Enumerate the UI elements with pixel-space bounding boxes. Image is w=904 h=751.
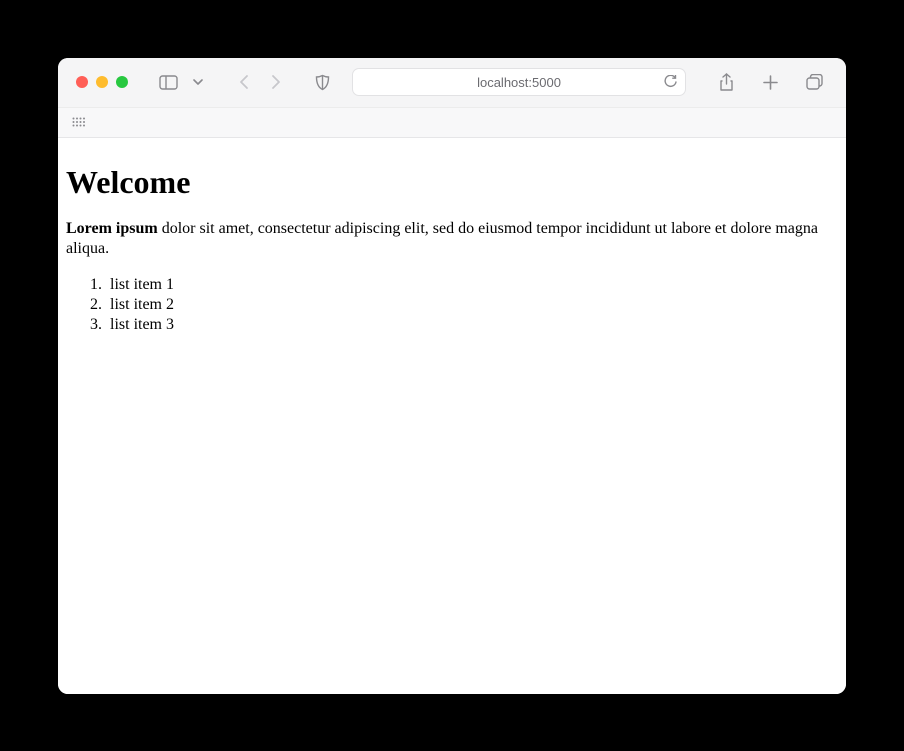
favorites-bar bbox=[58, 108, 846, 138]
plus-icon bbox=[763, 75, 778, 90]
browser-window: localhost:5000 bbox=[58, 58, 846, 694]
reload-icon bbox=[664, 75, 677, 89]
chevron-right-icon bbox=[271, 74, 281, 90]
apps-grid-button[interactable] bbox=[72, 117, 85, 127]
chevron-down-icon bbox=[193, 79, 203, 85]
chevron-left-icon bbox=[239, 74, 249, 90]
intro-rest: dolor sit amet, consectetur adipiscing e… bbox=[66, 220, 818, 257]
intro-bold: Lorem ipsum bbox=[66, 220, 158, 237]
new-tab-button[interactable] bbox=[756, 68, 784, 96]
intro-paragraph: Lorem ipsum dolor sit amet, consectetur … bbox=[66, 219, 838, 259]
sidebar-menu-button[interactable] bbox=[184, 68, 212, 96]
share-icon bbox=[719, 73, 734, 92]
forward-button[interactable] bbox=[262, 68, 290, 96]
tabs-icon bbox=[806, 74, 823, 90]
sidebar-icon bbox=[159, 75, 178, 90]
back-button[interactable] bbox=[230, 68, 258, 96]
sidebar-toggle-button[interactable] bbox=[154, 68, 182, 96]
window-controls bbox=[76, 76, 128, 88]
minimize-window-button[interactable] bbox=[96, 76, 108, 88]
page-heading: Welcome bbox=[66, 164, 838, 201]
shield-icon bbox=[315, 74, 330, 91]
privacy-report-button[interactable] bbox=[308, 68, 336, 96]
maximize-window-button[interactable] bbox=[116, 76, 128, 88]
browser-toolbar: localhost:5000 bbox=[58, 58, 846, 108]
grid-icon bbox=[72, 117, 85, 127]
ordered-list: list item 1 list item 2 list item 3 bbox=[66, 275, 838, 335]
reload-button[interactable] bbox=[664, 75, 677, 89]
page-content: Welcome Lorem ipsum dolor sit amet, cons… bbox=[58, 138, 846, 694]
address-bar-text: localhost:5000 bbox=[477, 75, 561, 90]
address-bar[interactable]: localhost:5000 bbox=[352, 68, 686, 96]
list-item: list item 1 bbox=[106, 275, 838, 295]
close-window-button[interactable] bbox=[76, 76, 88, 88]
list-item: list item 3 bbox=[106, 315, 838, 335]
share-button[interactable] bbox=[712, 68, 740, 96]
tab-overview-button[interactable] bbox=[800, 68, 828, 96]
list-item: list item 2 bbox=[106, 295, 838, 315]
